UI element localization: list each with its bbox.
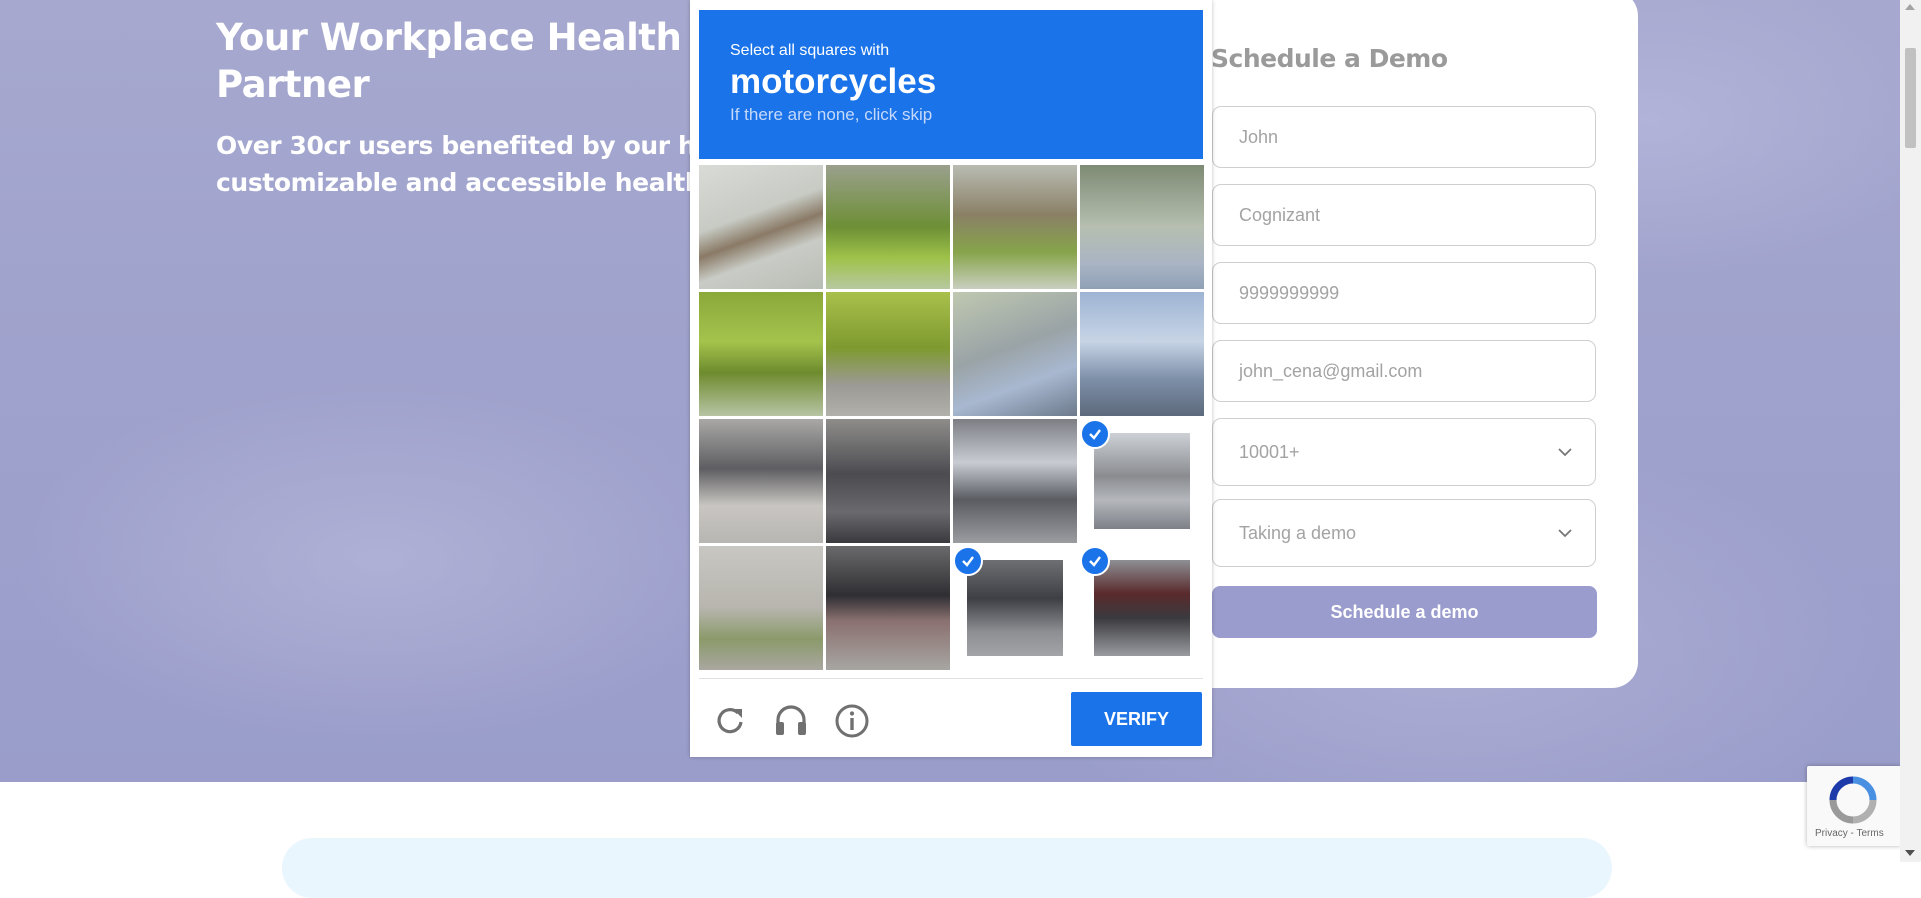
captcha-tile-selected[interactable] (1080, 419, 1204, 543)
info-icon[interactable] (834, 703, 870, 739)
lower-section-card (282, 838, 1612, 898)
captcha-instruction: Select all squares with (730, 42, 890, 59)
company-field[interactable]: Cognizant (1212, 184, 1596, 246)
checkmark-icon (1080, 419, 1110, 449)
email-field-placeholder: john_cena@gmail.com (1239, 360, 1423, 381)
captcha-tile[interactable] (699, 292, 823, 416)
phone-field-placeholder: 9999999999 (1239, 282, 1340, 303)
schedule-demo-button[interactable]: Schedule a demo (1212, 586, 1597, 638)
captcha-tile-selected[interactable] (1080, 546, 1204, 670)
scroll-down-arrow-icon[interactable] (1905, 850, 1915, 856)
captcha-target: motorcycles (730, 62, 937, 101)
captcha-challenge: Select all squares with motorcycles If t… (690, 0, 1212, 757)
captcha-tile[interactable] (826, 546, 950, 670)
email-field[interactable]: john_cena@gmail.com (1212, 340, 1596, 402)
name-field[interactable]: John (1212, 106, 1596, 168)
captcha-tile[interactable] (699, 419, 823, 543)
reload-icon[interactable] (712, 703, 748, 739)
purpose-value: Taking a demo (1239, 522, 1357, 543)
audio-icon[interactable] (773, 703, 809, 739)
scroll-up-arrow-icon[interactable] (1905, 4, 1915, 10)
recaptcha-badge[interactable]: Privacy - Terms (1807, 766, 1901, 846)
recaptcha-privacy-terms[interactable]: Privacy - Terms (1815, 828, 1884, 839)
checkmark-icon (1080, 546, 1110, 576)
purpose-select[interactable]: Taking a demo (1212, 499, 1596, 567)
captcha-tile[interactable] (953, 165, 1077, 289)
captcha-tile[interactable] (953, 292, 1077, 416)
captcha-header: Select all squares with motorcycles If t… (699, 10, 1203, 159)
captcha-tile[interactable] (1080, 292, 1204, 416)
checkmark-icon (953, 546, 983, 576)
phone-field[interactable]: 9999999999 (1212, 262, 1596, 324)
company-size-value: 10001+ (1239, 441, 1300, 462)
page-scrollbar[interactable] (1900, 0, 1921, 862)
captcha-image-grid (699, 165, 1204, 671)
form-title: Schedule a Demo (1211, 44, 1448, 73)
company-field-placeholder: Cognizant (1239, 204, 1321, 225)
captcha-tile[interactable] (953, 419, 1077, 543)
recaptcha-logo-icon (1829, 776, 1877, 824)
captcha-tile[interactable] (826, 165, 950, 289)
name-field-placeholder: John (1239, 126, 1279, 147)
captcha-tile[interactable] (699, 546, 823, 670)
captcha-tile[interactable] (699, 165, 823, 289)
verify-button[interactable]: VERIFY (1071, 692, 1202, 746)
scroll-thumb[interactable] (1905, 48, 1916, 148)
captcha-tile-selected[interactable] (953, 546, 1077, 670)
captcha-tile[interactable] (1080, 165, 1204, 289)
chevron-down-icon (1558, 529, 1572, 538)
company-size-select[interactable]: 10001+ (1212, 418, 1596, 486)
captcha-hint: If there are none, click skip (730, 105, 933, 124)
captcha-tile[interactable] (826, 292, 950, 416)
captcha-footer-divider (699, 678, 1203, 679)
captcha-tile[interactable] (826, 419, 950, 543)
chevron-down-icon (1558, 448, 1572, 457)
